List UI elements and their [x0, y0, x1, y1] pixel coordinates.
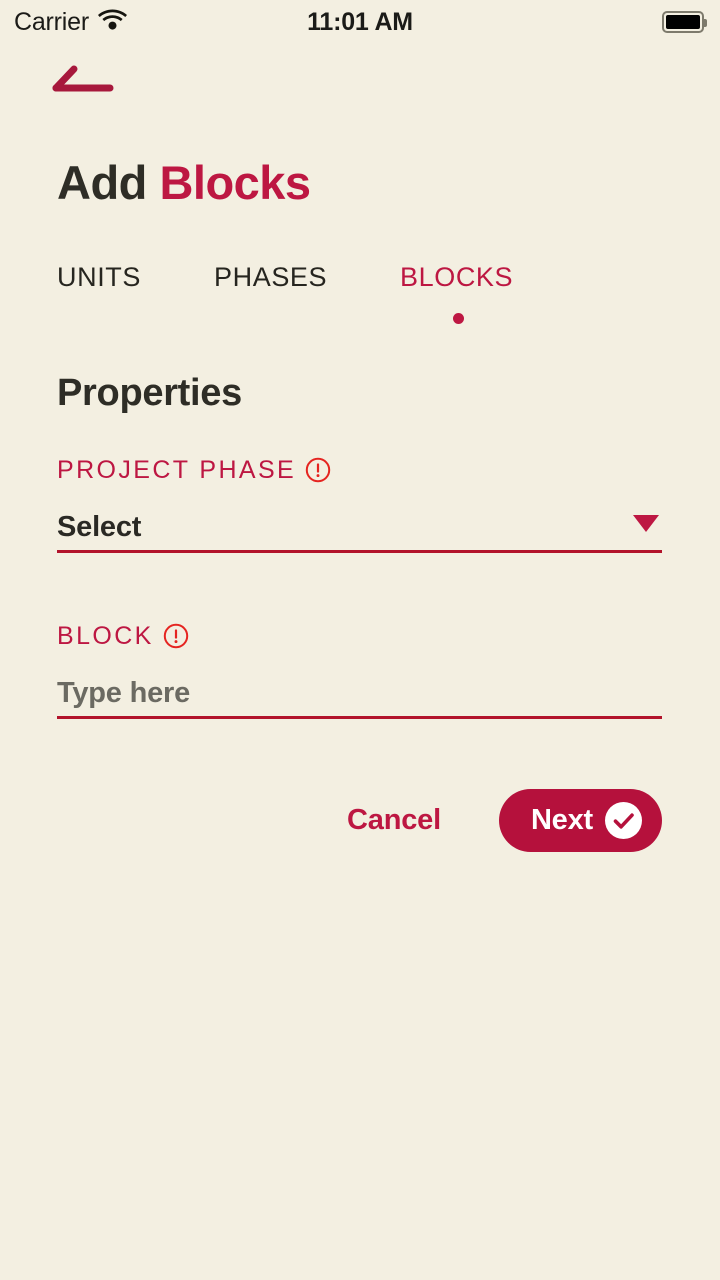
back-arrow-icon	[52, 65, 114, 92]
next-button[interactable]: Next	[498, 788, 662, 852]
action-row: Cancel Next	[57, 788, 662, 852]
field-label-project-phase: PROJECT PHASE	[57, 455, 662, 485]
chevron-down-icon[interactable]	[633, 515, 659, 532]
page-title-accent: Blocks	[159, 156, 311, 209]
tab-units[interactable]: UNITS	[57, 262, 141, 293]
status-bar: Carrier 11:01 AM	[0, 0, 720, 44]
page-title-primary: Add	[57, 156, 147, 209]
alert-circle-icon	[305, 457, 331, 483]
tab-phases[interactable]: PHASES	[214, 262, 327, 293]
back-button[interactable]	[48, 58, 126, 106]
page-title: Add Blocks	[57, 155, 311, 210]
active-tab-dot	[453, 313, 464, 324]
cancel-button[interactable]: Cancel	[347, 804, 441, 837]
battery-fill	[666, 15, 700, 29]
next-button-label: Next	[530, 803, 593, 836]
field-project-phase: PROJECT PHASE Select	[57, 455, 662, 553]
input-block-placeholder: Type here	[57, 676, 191, 709]
battery-full-icon	[662, 11, 707, 33]
status-bar-clock: 11:01 AM	[307, 7, 413, 36]
field-label-text: BLOCK	[57, 621, 154, 650]
field-block: BLOCK Type here	[57, 621, 662, 719]
field-label-text: PROJECT PHASE	[57, 455, 297, 484]
status-bar-right	[662, 11, 707, 33]
select-project-phase-value: Select	[57, 510, 142, 543]
field-label-block: BLOCK	[57, 621, 662, 651]
section-title: Properties	[57, 372, 242, 414]
check-circle-icon	[605, 801, 642, 839]
tab-blocks[interactable]: BLOCKS	[400, 262, 513, 293]
input-block[interactable]: Type here	[57, 670, 662, 719]
select-project-phase[interactable]: Select	[57, 504, 662, 553]
tab-bar: UNITS PHASES BLOCKS	[57, 262, 667, 332]
alert-circle-icon	[163, 623, 189, 649]
